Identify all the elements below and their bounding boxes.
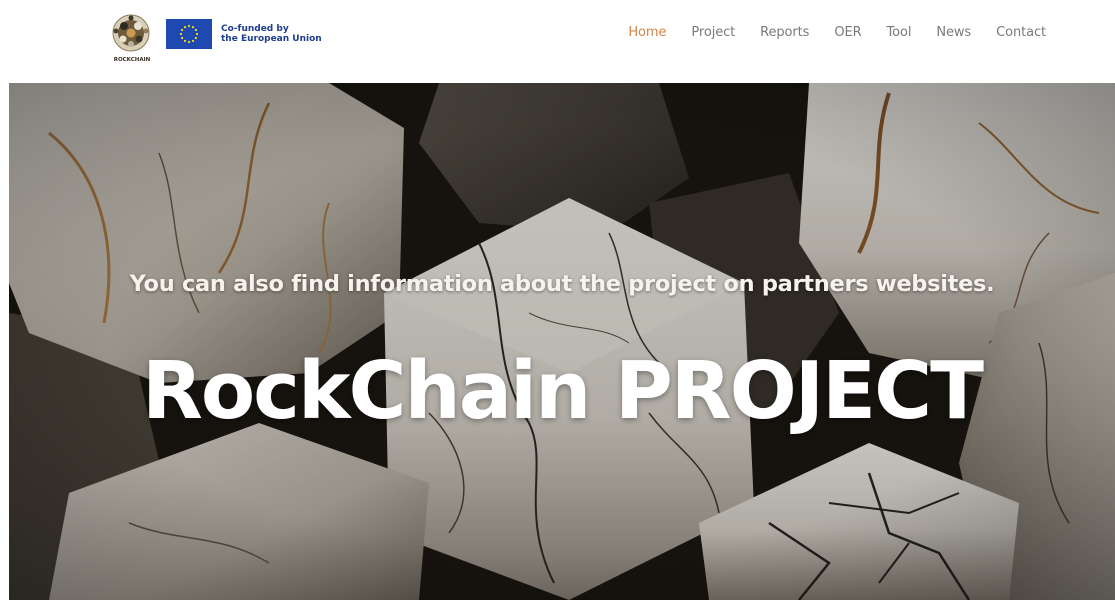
hero-background-image — [9, 83, 1115, 600]
hero-banner: You can also find information about the … — [9, 83, 1115, 600]
hero-subtitle: You can also find information about the … — [129, 271, 995, 297]
nav-item-contact[interactable]: Contact — [996, 25, 1046, 40]
rockchain-logo-icon[interactable]: ROCKCHAIN — [108, 11, 156, 63]
site-header: ROCKCHAIN Co-funded by the European Unio… — [0, 0, 1115, 83]
nav-item-project[interactable]: Project — [691, 25, 735, 40]
eu-line-1: Co-funded by — [221, 23, 289, 34]
eu-flag-icon — [166, 19, 212, 49]
nav-item-tool[interactable]: Tool — [887, 25, 912, 40]
nav-item-news[interactable]: News — [936, 25, 971, 40]
nav-item-reports[interactable]: Reports — [760, 25, 809, 40]
hero-title: RockChain PROJECT — [142, 345, 984, 437]
eu-cofunded-text: Co-funded by the European Union — [221, 24, 322, 45]
logo-wordmark: ROCKCHAIN — [114, 57, 151, 63]
eu-cofunded-badge: Co-funded by the European Union — [166, 19, 322, 49]
main-nav: Home Project Reports OER Tool News Conta… — [628, 25, 1046, 40]
nav-item-oer[interactable]: OER — [834, 25, 861, 40]
eu-line-2: the European Union — [221, 34, 322, 44]
nav-item-home[interactable]: Home — [628, 25, 666, 40]
